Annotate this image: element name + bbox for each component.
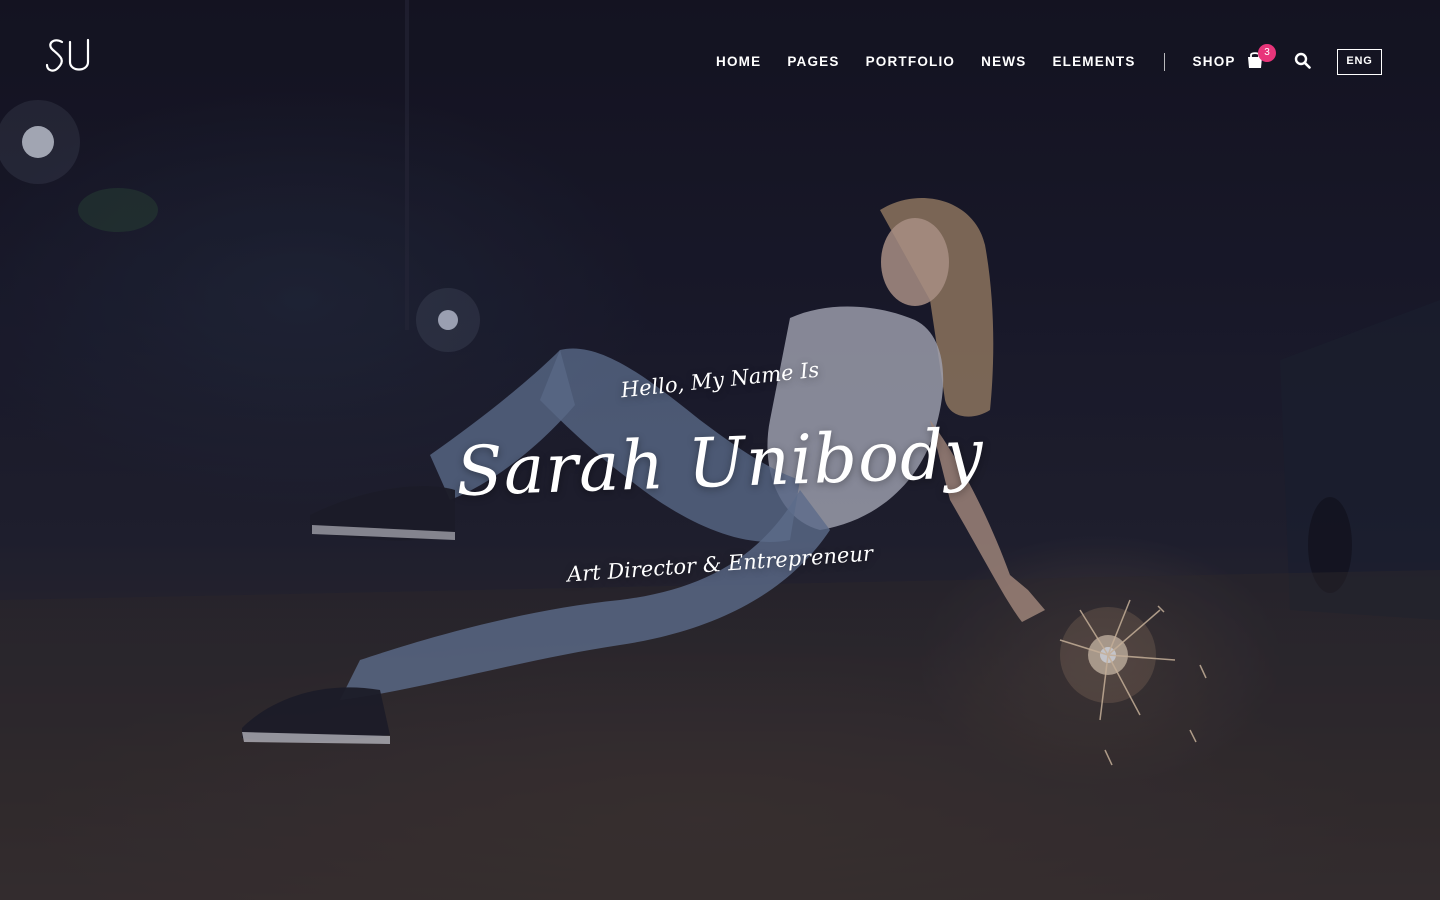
cart-count-badge: 3 <box>1258 44 1276 62</box>
main-nav: HOME PAGES PORTFOLIO NEWS ELEMENTS SHOP <box>716 53 1236 71</box>
hero-section: Hello, My Name Is Sarah Unibody Art Dire… <box>0 0 1440 900</box>
logo-mark-icon <box>45 38 90 72</box>
search-icon <box>1294 52 1311 69</box>
nav-home[interactable]: HOME <box>716 53 761 71</box>
nav-portfolio[interactable]: PORTFOLIO <box>866 53 956 71</box>
nav-divider <box>1163 53 1165 71</box>
language-switcher[interactable]: ENG <box>1337 49 1382 75</box>
nav-shop[interactable]: SHOP <box>1193 53 1236 71</box>
search-button[interactable] <box>1294 52 1311 69</box>
nav-pages[interactable]: PAGES <box>787 53 839 71</box>
logo[interactable] <box>44 34 96 76</box>
site-header: HOME PAGES PORTFOLIO NEWS ELEMENTS SHOP … <box>0 0 1440 120</box>
nav-news[interactable]: NEWS <box>981 53 1026 71</box>
nav-elements[interactable]: ELEMENTS <box>1052 53 1135 71</box>
